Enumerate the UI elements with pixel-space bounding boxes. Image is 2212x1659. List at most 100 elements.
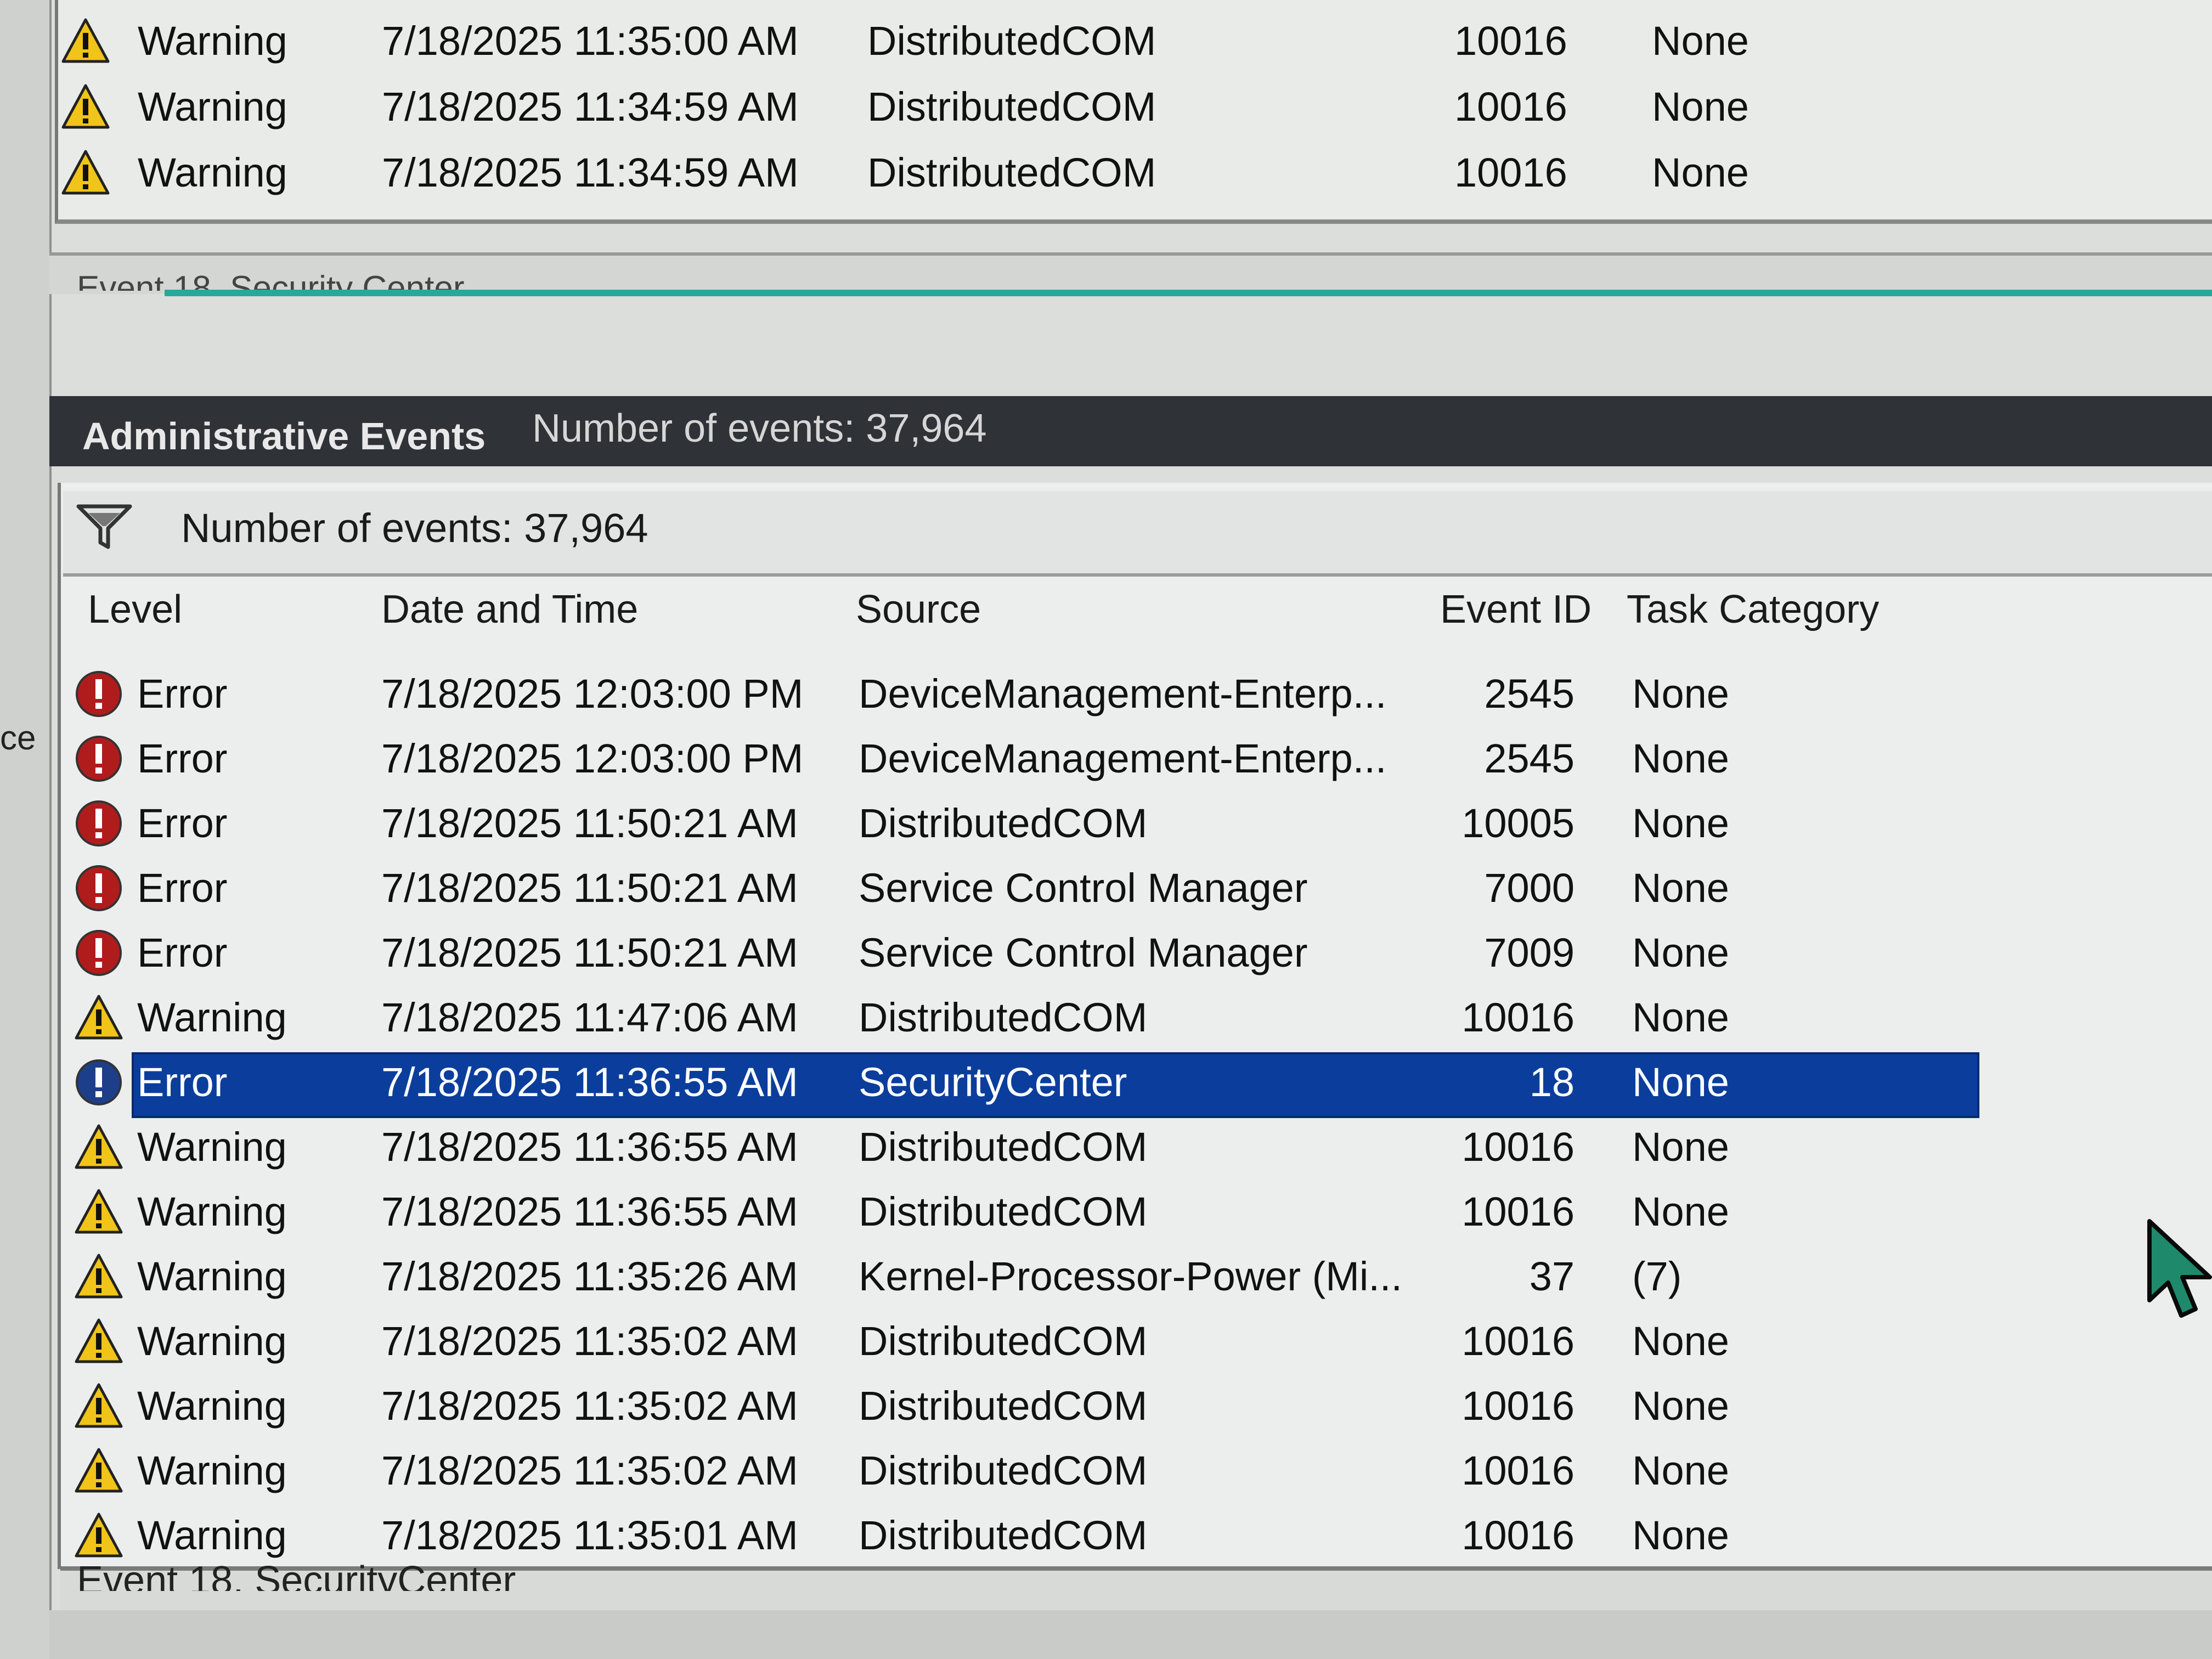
source-text: DistributedCOM — [859, 1383, 1148, 1429]
error-icon — [76, 865, 122, 911]
view-title: Administrative Events — [82, 415, 486, 458]
warning-icon — [75, 1124, 123, 1169]
date-text: 7/18/2025 11:36:55 AM — [381, 1124, 798, 1170]
task-category-text: None — [1652, 150, 1749, 195]
date-text: 7/18/2025 11:47:06 AM — [381, 995, 798, 1040]
date-text: 7/18/2025 11:35:02 AM — [381, 1318, 798, 1364]
date-text: 7/18/2025 11:50:21 AM — [381, 930, 798, 975]
error-icon — [76, 736, 122, 782]
level-text: Error — [137, 1059, 228, 1105]
source-text: DistributedCOM — [867, 84, 1156, 129]
event-id-text: 10016 — [1462, 995, 1575, 1040]
level-text: Error — [137, 865, 228, 911]
column-header-event-id[interactable]: Event ID — [1440, 587, 1592, 632]
source-text: DistributedCOM — [859, 800, 1148, 846]
date-text: 7/18/2025 11:35:01 AM — [381, 1513, 798, 1558]
date-text: 7/18/2025 11:35:02 AM — [381, 1383, 798, 1429]
warning-icon — [75, 1318, 123, 1363]
level-text: Warning — [138, 84, 287, 129]
details-title: Event 18, SecurityCenter — [77, 1559, 516, 1591]
warning-icon — [75, 1383, 123, 1428]
source-text: DeviceManagement-Enterp... — [859, 671, 1387, 716]
source-text: SecurityCenter — [859, 1059, 1127, 1105]
error-icon — [76, 671, 122, 717]
level-text: Warning — [137, 995, 287, 1040]
level-text: Warning — [137, 1124, 287, 1170]
table-row[interactable]: Warning 7/18/2025 11:35:02 AM DistributedC… — [71, 1376, 1991, 1441]
event-id-text: 10016 — [1462, 1318, 1575, 1364]
level-text: Error — [137, 671, 228, 716]
event-id-text: 10016 — [1454, 18, 1567, 64]
filter-icon[interactable] — [74, 502, 134, 551]
error-icon — [76, 930, 122, 976]
date-text: 7/18/2025 11:50:21 AM — [381, 865, 798, 911]
task-category-text: None — [1632, 1383, 1729, 1429]
previous-event-list: Warning 7/18/2025 11:35:00 AM DistributedC… — [55, 0, 2212, 224]
event-id-text: 10005 — [1462, 800, 1575, 846]
level-text: Warning — [137, 1448, 287, 1493]
table-row[interactable]: Warning 7/18/2025 11:36:55 AM DistributedC… — [71, 1182, 1991, 1246]
previous-list-row[interactable]: Warning 7/18/2025 11:34:59 AM DistributedC… — [58, 77, 2198, 143]
date-text: 7/18/2025 11:36:55 AM — [381, 1189, 798, 1234]
event-id-text: 10016 — [1462, 1124, 1575, 1170]
date-text: 7/18/2025 11:36:55 AM — [381, 1059, 798, 1105]
level-text: Warning — [138, 18, 287, 64]
level-text: Warning — [137, 1383, 287, 1429]
source-text: DistributedCOM — [859, 1448, 1148, 1493]
previous-details-label: Event 18, Security Center — [77, 269, 465, 291]
event-id-text: 2545 — [1484, 736, 1575, 781]
previous-list-row[interactable]: Warning 7/18/2025 11:35:00 AM DistributedC… — [58, 11, 2198, 77]
view-event-count: Number of events: 37,964 — [532, 407, 987, 450]
date-text: 7/18/2025 11:34:59 AM — [382, 150, 799, 195]
previous-list-row[interactable]: Warning 7/18/2025 11:34:59 AM DistributedC… — [58, 143, 2198, 208]
warning-icon — [75, 1513, 123, 1558]
date-text: 7/18/2025 11:35:02 AM — [381, 1448, 798, 1493]
table-row[interactable]: Error 7/18/2025 11:50:21 AM DistributedCOM… — [71, 793, 1991, 858]
details-pane — [49, 1610, 2212, 1659]
column-header-task-category[interactable]: Task Category — [1627, 587, 1879, 632]
date-text: 7/18/2025 12:03:00 PM — [381, 671, 804, 716]
task-category-text: None — [1632, 1513, 1729, 1558]
level-text: Warning — [137, 1189, 287, 1234]
table-row[interactable]: Warning 7/18/2025 11:35:02 AM DistributedC… — [71, 1441, 1991, 1505]
table-row[interactable]: Warning 7/18/2025 11:36:55 AM DistributedC… — [71, 1117, 1991, 1182]
date-text: 7/18/2025 11:50:21 AM — [381, 800, 798, 846]
source-text: DeviceManagement-Enterp... — [859, 736, 1387, 781]
table-row[interactable]: Error 7/18/2025 11:50:21 AM Service Contro… — [71, 858, 1991, 923]
event-id-text: 7009 — [1484, 930, 1575, 975]
task-category-text: None — [1632, 1124, 1729, 1170]
warning-icon — [75, 995, 123, 1040]
event-id-text: 10016 — [1462, 1189, 1575, 1234]
warning-icon — [61, 84, 110, 129]
source-text: DistributedCOM — [859, 1318, 1148, 1364]
warning-icon — [75, 1254, 123, 1299]
task-category-text: None — [1632, 995, 1729, 1040]
table-row[interactable]: Warning 7/18/2025 11:35:02 AM DistributedC… — [71, 1311, 1991, 1376]
table-row[interactable]: Error 7/18/2025 12:03:00 PM DeviceManageme… — [71, 729, 1991, 793]
task-category-text: None — [1652, 18, 1749, 64]
column-header-level[interactable]: Level — [88, 587, 182, 632]
table-row[interactable]: Warning 7/18/2025 11:47:06 AM DistributedC… — [71, 988, 1991, 1052]
error-icon — [76, 800, 122, 847]
level-text: Error — [137, 930, 228, 975]
level-text: Warning — [137, 1513, 287, 1558]
task-category-text: None — [1632, 1059, 1729, 1105]
event-id-text: 37 — [1529, 1254, 1575, 1299]
source-text: Service Control Manager — [859, 930, 1308, 975]
source-text: DistributedCOM — [859, 1513, 1148, 1558]
filter-event-count: Number of events: 37,964 — [181, 505, 648, 551]
column-header-date[interactable]: Date and Time — [381, 587, 638, 632]
source-text: DistributedCOM — [867, 150, 1156, 195]
source-text: Kernel-Processor-Power (Mi... — [859, 1254, 1403, 1299]
table-row[interactable]: Error 7/18/2025 11:50:21 AM Service Contro… — [71, 923, 1991, 988]
event-id-text: 7000 — [1484, 865, 1575, 911]
teal-accent-line — [165, 290, 2212, 296]
task-category-text: None — [1652, 84, 1749, 129]
column-header-source[interactable]: Source — [856, 587, 981, 632]
task-category-text: None — [1632, 930, 1729, 975]
table-row[interactable]: Error 7/18/2025 12:03:00 PM DeviceManageme… — [71, 664, 1991, 729]
left-pane — [0, 0, 52, 1659]
event-id-text: 10016 — [1454, 150, 1567, 195]
table-row[interactable]: Warning 7/18/2025 11:35:26 AM Kernel-Proce… — [71, 1246, 1991, 1311]
table-row-selected[interactable]: Error 7/18/2025 11:36:55 AM SecurityCenter… — [71, 1052, 1991, 1118]
